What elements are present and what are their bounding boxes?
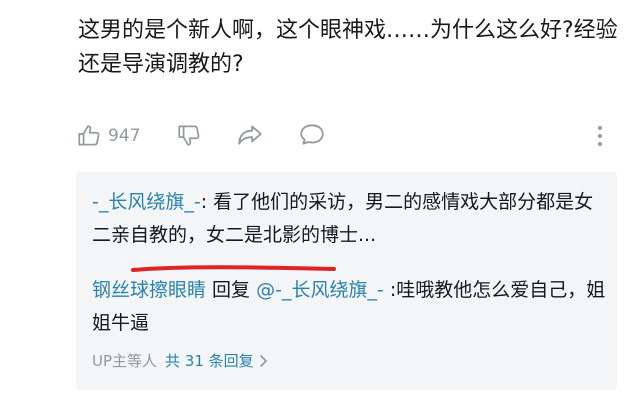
chevron-right-icon [259, 354, 267, 367]
dislike-button[interactable] [176, 122, 202, 148]
reply-footer: UP主等人 共 31 条回复 [92, 350, 268, 371]
reply-username[interactable]: 钢丝球擦眼睛 [92, 279, 206, 301]
reply-box: -_长风绕旗_-: 看了他们的采访，男二的感情戏大部分都是女二亲自教的，女二是北… [76, 172, 617, 390]
reply-mention[interactable]: @-_长风绕旗_- [256, 279, 384, 301]
red-underline-annotation [131, 265, 336, 272]
thumbs-up-icon [78, 125, 100, 146]
reply-icon [300, 124, 324, 145]
view-all-replies-link[interactable]: 共 31 条回复 [165, 350, 268, 371]
reply-footer-prefix: UP主等人 [92, 352, 158, 370]
reply-item: 钢丝球擦眼睛 回复 @-_长风绕旗_- :哇哦教他怎么爱自己，姐姐牛逼 [92, 274, 612, 340]
view-all-replies-label: 共 31 条回复 [165, 352, 254, 370]
like-count: 947 [108, 126, 141, 146]
more-icon [598, 126, 602, 146]
like-button[interactable]: 947 [76, 123, 140, 149]
reply-separator: : [200, 191, 214, 213]
reply-username[interactable]: -_长风绕旗_- [92, 191, 201, 213]
more-button[interactable] [596, 124, 604, 148]
share-button[interactable] [236, 122, 264, 148]
reply-separator: : [383, 279, 397, 301]
thumbs-down-icon [178, 125, 200, 146]
comment-action-bar: 947 [76, 118, 616, 154]
comment-text: 这男的是个新人啊，这个眼神戏……为什么这么好?经验还是导演调教的? [78, 18, 618, 77]
reply-item: -_长风绕旗_-: 看了他们的采访，男二的感情戏大部分都是女二亲自教的，女二是北… [92, 186, 612, 252]
reply-button[interactable] [298, 122, 326, 148]
reply-word: 回复 [206, 279, 257, 301]
share-icon [238, 125, 262, 145]
